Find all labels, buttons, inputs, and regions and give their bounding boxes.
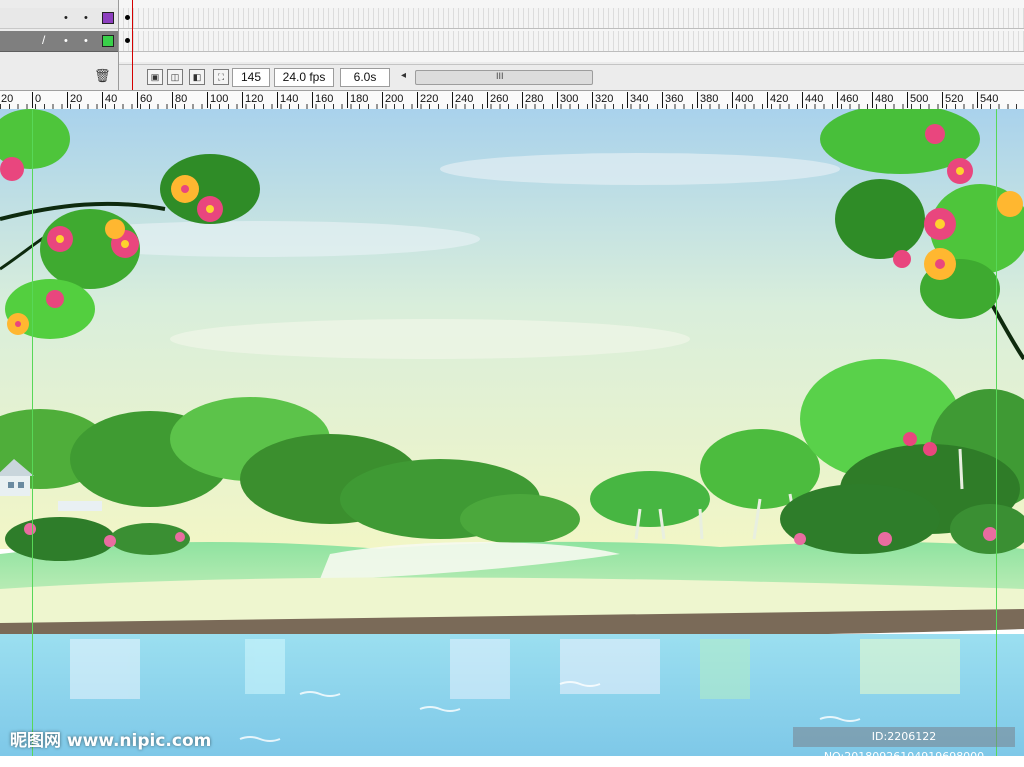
ruler-label: 440 bbox=[802, 92, 823, 108]
frame-row[interactable] bbox=[119, 31, 1024, 52]
ruler-label: 20 bbox=[67, 92, 82, 108]
ruler-label: 100 bbox=[207, 92, 228, 108]
playhead[interactable] bbox=[132, 0, 133, 90]
ruler-label: 220 bbox=[417, 92, 438, 108]
keyframe-icon[interactable] bbox=[125, 38, 130, 43]
guide-line-left[interactable] bbox=[32, 109, 33, 756]
ruler-label: 380 bbox=[697, 92, 718, 108]
cloud bbox=[170, 319, 690, 359]
ruler-label: 480 bbox=[872, 92, 893, 108]
stage-canvas[interactable] bbox=[0, 109, 1024, 756]
frame-grid[interactable] bbox=[119, 0, 1024, 62]
ruler-label: 320 bbox=[592, 92, 613, 108]
ruler-label: 460 bbox=[837, 92, 858, 108]
ruler-label: 200 bbox=[382, 92, 403, 108]
ruler-label: 0 bbox=[32, 92, 41, 108]
layer-list: • • / • • 🗑 bbox=[0, 0, 119, 90]
watermark-logo: 昵图网 www.nipic.com bbox=[10, 731, 212, 751]
timeline-panel: • • / • • 🗑 ▣ ◫ ◧ ⛶ 145 24.0 fps 6.0s ◂ … bbox=[0, 0, 1024, 90]
layer-color-swatch[interactable] bbox=[102, 35, 114, 47]
watermark-id: ID:2206122 NO:20180926104919698000 bbox=[793, 727, 1015, 763]
ruler-label: 160 bbox=[312, 92, 333, 108]
ruler-label: 500 bbox=[907, 92, 928, 108]
lock-dot-icon[interactable]: • bbox=[84, 12, 88, 24]
frame-row[interactable] bbox=[119, 8, 1024, 29]
ruler-label: 60 bbox=[137, 92, 152, 108]
layer-row[interactable]: • • bbox=[0, 8, 118, 29]
pencil-icon: / bbox=[42, 33, 46, 47]
visibility-dot-icon[interactable]: • bbox=[64, 12, 68, 24]
timeline-status-bar: ▣ ◫ ◧ ⛶ 145 24.0 fps 6.0s ◂ III bbox=[119, 64, 1024, 89]
horizontal-scrollbar[interactable]: III bbox=[415, 70, 593, 85]
visibility-dot-icon[interactable]: • bbox=[64, 35, 68, 47]
ruler-label: 400 bbox=[732, 92, 753, 108]
ruler-label: 520 bbox=[942, 92, 963, 108]
scroll-grip-icon[interactable]: III bbox=[496, 71, 504, 81]
guide-line-right[interactable] bbox=[996, 109, 997, 756]
ruler-label: 80 bbox=[172, 92, 187, 108]
ruler-label: 300 bbox=[557, 92, 578, 108]
cloud bbox=[440, 153, 840, 185]
ruler-label: 40 bbox=[102, 92, 117, 108]
ruler-label: 540 bbox=[977, 92, 998, 108]
current-frame-field: 145 bbox=[232, 68, 270, 87]
ruler-ticks bbox=[0, 91, 1024, 109]
keyframe-icon[interactable] bbox=[125, 15, 130, 20]
ruler-label: 340 bbox=[627, 92, 648, 108]
trash-icon[interactable]: 🗑 bbox=[94, 68, 111, 84]
ruler-label: 140 bbox=[277, 92, 298, 108]
lock-dot-icon[interactable]: • bbox=[84, 35, 88, 47]
layer-color-swatch[interactable] bbox=[102, 12, 114, 24]
edit-multiple-frames-icon[interactable]: ⛶ bbox=[213, 69, 229, 85]
ruler-label: 360 bbox=[662, 92, 683, 108]
ruler-label: 420 bbox=[767, 92, 788, 108]
onion-outline-icon[interactable]: ◧ bbox=[189, 69, 205, 85]
center-frame-icon[interactable]: ▣ bbox=[147, 69, 163, 85]
ruler-label: 240 bbox=[452, 92, 473, 108]
elapsed-time-field: 6.0s bbox=[340, 68, 390, 87]
onion-skin-icon[interactable]: ◫ bbox=[167, 69, 183, 85]
ruler-label: 280 bbox=[522, 92, 543, 108]
ruler-label: 180 bbox=[347, 92, 368, 108]
layer-row-selected[interactable]: / • • bbox=[0, 31, 118, 52]
horizontal-ruler: 20 0 20 40 60 80 100 120 140 160 180 200… bbox=[0, 90, 1024, 110]
ruler-label: 260 bbox=[487, 92, 508, 108]
frame-rate-field[interactable]: 24.0 fps bbox=[274, 68, 334, 87]
scroll-left-icon[interactable]: ◂ bbox=[401, 70, 406, 81]
ruler-label: 120 bbox=[242, 92, 263, 108]
ruler-label: 20 bbox=[0, 92, 13, 108]
